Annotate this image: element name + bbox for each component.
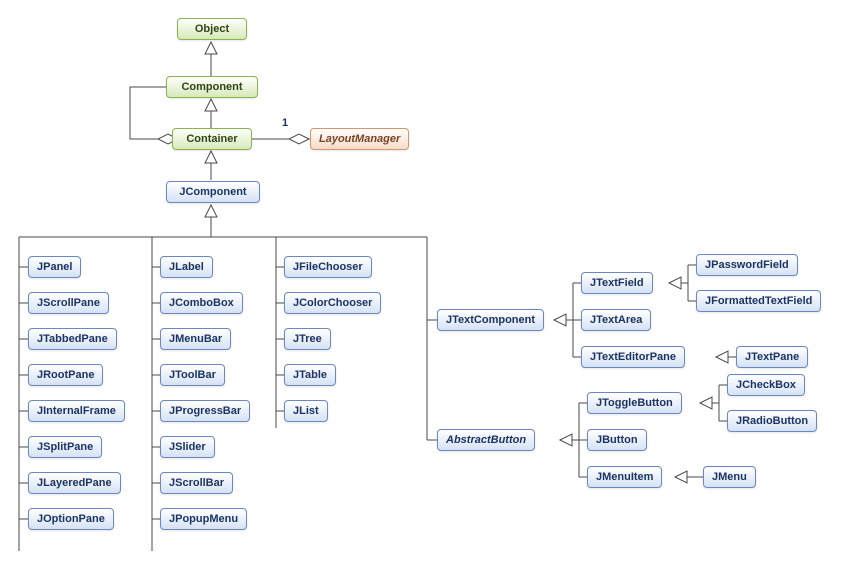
class-jfilechooser: JFileChooser	[284, 256, 372, 278]
class-abstractbutton: AbstractButton	[437, 429, 535, 451]
class-jlayeredpane: JLayeredPane	[28, 472, 121, 494]
class-jtabbedpane: JTabbedPane	[28, 328, 117, 350]
class-component: Component	[166, 76, 258, 98]
class-jpanel: JPanel	[28, 256, 81, 278]
class-jpasswordfield: JPasswordField	[696, 254, 798, 276]
class-jcombobox: JComboBox	[160, 292, 243, 314]
class-jtogglebutton: JToggleButton	[587, 392, 682, 414]
class-jmenubar: JMenuBar	[160, 328, 231, 350]
class-jtoolbar: JToolBar	[160, 364, 225, 386]
class-jtable: JTable	[284, 364, 336, 386]
class-object: Object	[177, 18, 247, 40]
class-jscrollbar: JScrollBar	[160, 472, 233, 494]
class-jcomponent: JComponent	[166, 181, 260, 203]
class-jtexteditorpane: JTextEditorPane	[581, 346, 685, 368]
class-jslider: JSlider	[160, 436, 215, 458]
class-jtextcomponent: JTextComponent	[437, 309, 544, 331]
class-jbutton: JButton	[587, 429, 647, 451]
class-jrootpane: JRootPane	[28, 364, 103, 386]
class-container: Container	[172, 128, 252, 150]
class-jradiobutton: JRadioButton	[727, 410, 817, 432]
multiplicity-label: 1	[282, 117, 288, 129]
class-jinternalframe: JInternalFrame	[28, 400, 125, 422]
class-jcheckbox: JCheckBox	[727, 374, 805, 396]
class-jlist: JList	[284, 400, 328, 422]
class-jmenuitem: JMenuItem	[587, 466, 662, 488]
class-jlabel: JLabel	[160, 256, 213, 278]
class-jtextpane: JTextPane	[736, 346, 808, 368]
class-joptionpane: JOptionPane	[28, 508, 114, 530]
class-jsplitpane: JSplitPane	[28, 436, 102, 458]
class-jtextarea: JTextArea	[581, 309, 651, 331]
class-jprogressbar: JProgressBar	[160, 400, 250, 422]
class-jcolorchooser: JColorChooser	[284, 292, 381, 314]
class-jformattedtextfield: JFormattedTextField	[696, 290, 821, 312]
class-jscrollpane: JScrollPane	[28, 292, 109, 314]
interface-layoutmanager: LayoutManager	[310, 128, 409, 150]
class-jtree: JTree	[284, 328, 331, 350]
class-jmenu: JMenu	[703, 466, 756, 488]
class-jtextfield: JTextField	[581, 272, 653, 294]
class-jpopupmenu: JPopupMenu	[160, 508, 247, 530]
